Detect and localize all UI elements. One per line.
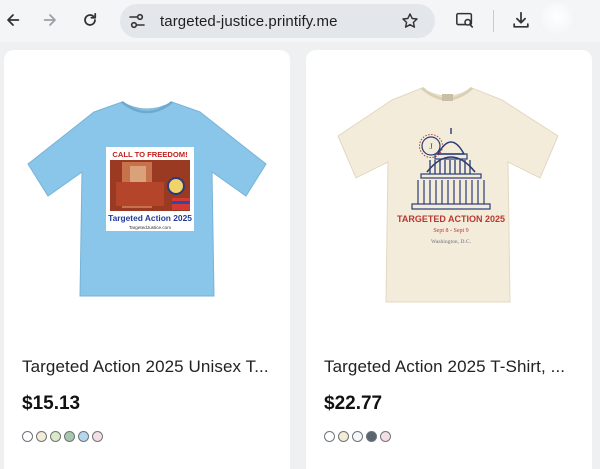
color-swatch[interactable] <box>92 431 103 442</box>
color-swatches <box>22 431 103 443</box>
svg-text:J: J <box>429 142 432 151</box>
color-swatch[interactable] <box>36 431 47 442</box>
color-swatch[interactable] <box>366 431 377 442</box>
profile-avatar-icon[interactable] <box>537 3 577 35</box>
reload-icon[interactable] <box>77 7 103 33</box>
color-swatch[interactable] <box>50 431 61 442</box>
back-arrow-icon[interactable] <box>0 7 26 33</box>
print-date-text: Sept 8 - Sept 9 <box>433 228 468 234</box>
product-price: $15.13 <box>22 393 81 414</box>
color-swatch[interactable] <box>352 431 363 442</box>
color-swatch[interactable] <box>324 431 335 442</box>
color-swatches <box>324 431 391 443</box>
print-site-text: TargetedJustice.com <box>129 225 171 230</box>
product-price: $22.77 <box>324 393 383 414</box>
download-icon[interactable] <box>509 8 533 32</box>
product-title[interactable]: Targeted Action 2025 Unisex T... <box>22 357 269 377</box>
print-banner-text: CALL TO FREEDOM! <box>112 150 187 159</box>
color-swatch[interactable] <box>78 431 89 442</box>
url-text[interactable]: targeted-justice.printify.me <box>160 13 338 30</box>
product-card[interactable]: J TARGETED ACTION 2025 Sept 8 - Sept 9 W… <box>306 50 592 469</box>
color-swatch[interactable] <box>380 431 391 442</box>
product-image[interactable]: CALL TO FREEDOM! Targeted Action 2025 Ta… <box>4 50 290 340</box>
color-swatch[interactable] <box>338 431 349 442</box>
product-title[interactable]: Targeted Action 2025 T-Shirt, ... <box>324 357 565 377</box>
cast-search-icon[interactable] <box>453 8 477 32</box>
forward-arrow-icon[interactable] <box>37 7 63 33</box>
color-swatch[interactable] <box>22 431 33 442</box>
bookmark-star-icon[interactable] <box>401 12 419 30</box>
address-bar[interactable]: targeted-justice.printify.me <box>120 4 435 38</box>
print-caption-text: Targeted Action 2025 <box>108 213 192 223</box>
print-caption-text: TARGETED ACTION 2025 <box>397 214 505 224</box>
toolbar-divider <box>493 10 494 32</box>
print-location-text: Washington, D.C. <box>431 239 472 245</box>
product-image[interactable]: J TARGETED ACTION 2025 Sept 8 - Sept 9 W… <box>306 50 592 340</box>
color-swatch[interactable] <box>64 431 75 442</box>
browser-toolbar: targeted-justice.printify.me <box>0 0 600 42</box>
product-card[interactable]: CALL TO FREEDOM! Targeted Action 2025 Ta… <box>4 50 290 469</box>
site-info-icon[interactable] <box>128 12 146 30</box>
